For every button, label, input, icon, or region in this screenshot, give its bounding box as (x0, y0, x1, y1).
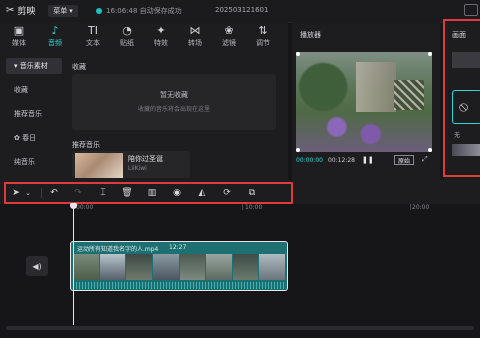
tab-sticker[interactable]: ◔ 贴纸 (110, 24, 144, 54)
time-ruler-label: 00:00 (76, 204, 94, 211)
ruler-tick (410, 204, 411, 210)
clip-frame (126, 254, 152, 280)
current-time: 00:00:00 (296, 157, 323, 164)
clip-frame (99, 254, 126, 280)
resize-handle[interactable] (296, 52, 300, 56)
clip-frame (73, 254, 99, 280)
player-title: 播放器 (300, 31, 321, 39)
tab-adjust[interactable]: ⇅ 调节 (246, 24, 280, 54)
tab-effects[interactable]: ✦ 特效 (144, 24, 178, 54)
tab-audio[interactable]: ♪ 音频 (38, 24, 72, 54)
video-content (394, 80, 424, 110)
tab-label: 贴纸 (120, 39, 134, 47)
sidebar-item-favorites[interactable]: 收藏 (6, 82, 62, 98)
tab-media[interactable]: ▣ 媒体 (2, 24, 36, 54)
chevron-down-icon: ▾ (69, 7, 73, 15)
tab-label: 音频 (48, 39, 62, 47)
track-audio-icon[interactable]: ◀) (26, 256, 48, 276)
favorites-hint-text: 收藏的音乐将会出现在这里 (137, 106, 210, 113)
save-status-text: 16:06:48 自动保存成功 (106, 7, 182, 15)
favorites-empty-text: 暂无收藏 (160, 91, 188, 99)
pause-icon[interactable]: ❚❚ (362, 156, 374, 164)
adjust-icon: ⇅ (258, 24, 268, 37)
clip-frame (179, 254, 206, 280)
tab-label: 媒体 (12, 39, 26, 47)
video-content (356, 62, 396, 112)
sticker-icon: ◔ (122, 24, 132, 37)
time-ruler-label: 10:00 (245, 204, 263, 211)
total-time: 00:12:28 (328, 157, 355, 164)
tab-label: 转场 (188, 39, 202, 47)
recommended-heading: 推荐音乐 (72, 141, 100, 149)
resize-handle[interactable] (428, 52, 432, 56)
tab-label: 调节 (256, 39, 270, 47)
audio-icon: ♪ (51, 24, 59, 37)
menu-button[interactable]: 菜单 ▾ (48, 5, 78, 17)
song-artist: LiiKiwi (128, 165, 147, 172)
clip-thumbnails (73, 254, 285, 280)
time-ruler-label: 20:00 (412, 204, 430, 211)
effects-icon: ✦ (156, 24, 166, 37)
fullscreen-icon[interactable]: ⤢ (422, 155, 428, 164)
song-card[interactable]: 陪你过圣诞 LiiKiwi (72, 151, 190, 178)
clip-frame (206, 254, 232, 280)
horizontal-scrollbar[interactable] (6, 326, 474, 330)
transition-icon: ⋈ (189, 24, 201, 37)
player-panel: 播放器 00:00:00 00:12:28 ❚❚ 原始 ⤢ (292, 22, 440, 180)
clip-waveform (73, 282, 285, 289)
ruler-tick (242, 204, 243, 210)
media-icon: ▣ (13, 24, 25, 37)
highlight-box (443, 19, 480, 177)
project-name: 202503121601 (215, 6, 269, 14)
menu-label: 菜单 (53, 7, 68, 15)
app-name: 剪映 (17, 7, 36, 17)
favorites-empty-box: 暂无收藏 收藏的音乐将会出现在这里 (72, 74, 276, 130)
save-status-icon (96, 8, 102, 14)
sidebar-item-recommended[interactable]: 推荐音乐 (6, 106, 62, 122)
highlight-box (4, 182, 293, 204)
tab-text[interactable]: TI 文本 (76, 24, 110, 54)
filter-icon: ❀ (224, 24, 234, 37)
resize-handle[interactable] (428, 148, 432, 152)
tab-label: 滤镜 (222, 39, 236, 47)
song-cover (75, 153, 123, 178)
clip-name: 运动所有知道我名字的人.mp4 (77, 246, 159, 253)
clip-frame (152, 254, 179, 280)
clip-duration: 12:27 (169, 244, 187, 251)
video-preview[interactable] (296, 52, 432, 152)
tab-filter[interactable]: ❀ 滤镜 (212, 24, 246, 54)
playhead[interactable] (73, 205, 74, 325)
capcut-logo-icon: ✂ (6, 5, 15, 16)
favorites-heading: 收藏 (72, 63, 86, 71)
video-clip[interactable]: 运动所有知道我名字的人.mp4 12:27 (70, 241, 288, 291)
tab-label: 文本 (86, 39, 100, 47)
clip-frame (232, 254, 259, 280)
clip-frame (259, 254, 285, 280)
text-icon: TI (88, 24, 98, 37)
sidebar-item-spring[interactable]: ✿ 春日 (6, 130, 62, 146)
resize-handle[interactable] (296, 148, 300, 152)
original-ratio-button[interactable]: 原始 (394, 155, 414, 165)
tab-label: 特效 (154, 39, 168, 47)
window-layout-icon[interactable] (464, 4, 478, 16)
sidebar-item-pure-music[interactable]: 纯音乐 (6, 154, 62, 170)
song-title: 陪你过圣诞 (128, 155, 163, 163)
sidebar-item-music-library[interactable]: ▾ 音乐素材 (6, 58, 62, 74)
app-logo: ✂ 剪映 (6, 4, 35, 17)
tab-transition[interactable]: ⋈ 转场 (178, 24, 212, 54)
